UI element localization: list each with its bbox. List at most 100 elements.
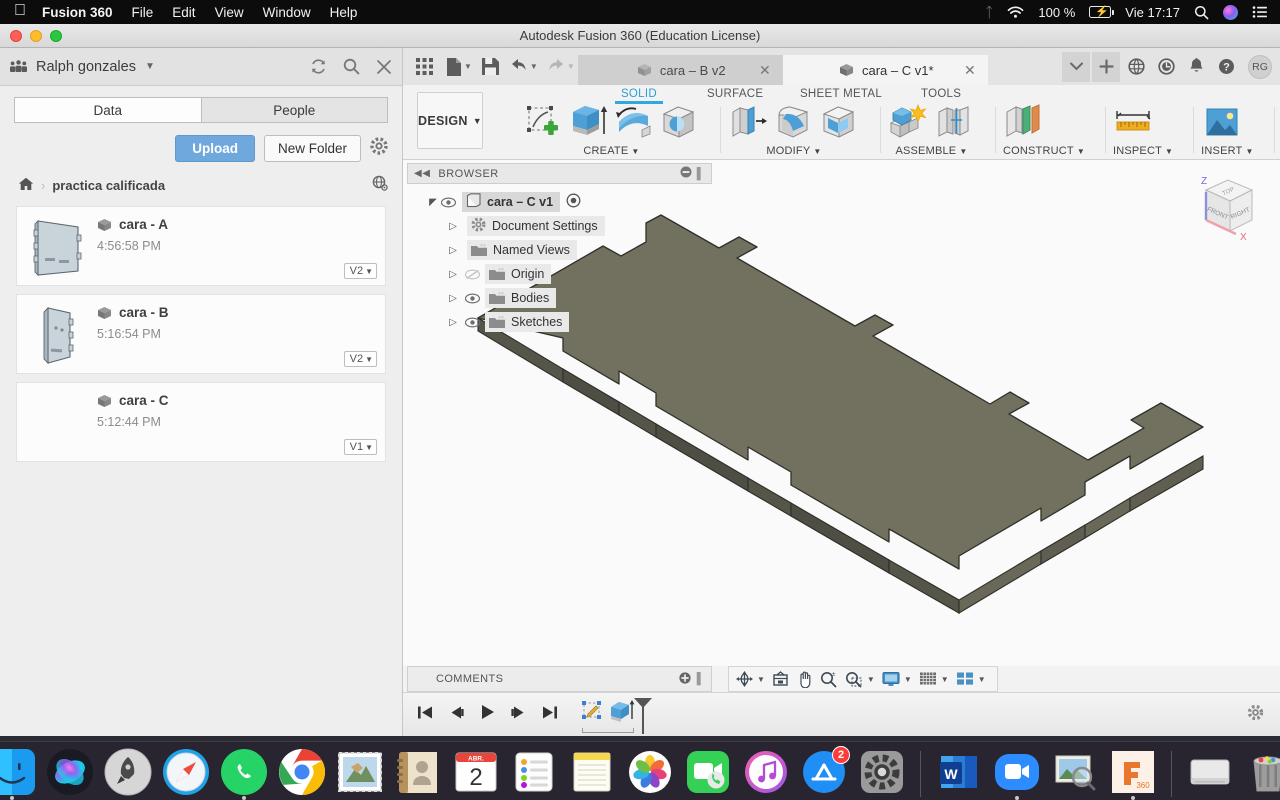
viewports-dropdown-icon[interactable]: ▼: [978, 675, 986, 684]
menu-edit[interactable]: Edit: [172, 5, 195, 20]
fillet-icon[interactable]: [773, 101, 815, 143]
dock-item-zoom[interactable]: [992, 747, 1042, 800]
step-back-icon[interactable]: [448, 705, 465, 725]
refresh-icon[interactable]: [310, 58, 327, 75]
chevron-down-icon[interactable]: [1062, 51, 1090, 82]
tree-node-named-views[interactable]: ▷ Named Views: [407, 238, 712, 262]
undo-icon[interactable]: [506, 52, 533, 82]
create-sketch-icon[interactable]: [523, 101, 565, 143]
new-component-icon[interactable]: [888, 101, 930, 143]
bluetooth-icon[interactable]: ᛏ: [985, 4, 993, 20]
tree-node-root-chip[interactable]: cara – C v1: [462, 192, 561, 212]
dock-item-itunes[interactable]: [741, 747, 791, 797]
tab-people[interactable]: People: [200, 97, 388, 123]
tree-node-chip[interactable]: Origin: [485, 264, 552, 284]
search-icon[interactable]: [343, 58, 360, 75]
dock-item-preview[interactable]: [1050, 747, 1100, 797]
sketch-feature-icon[interactable]: [580, 699, 606, 730]
menu-app-name[interactable]: Fusion 360: [42, 5, 113, 20]
breadcrumb-folder[interactable]: practica calificada: [52, 178, 165, 193]
chevron-down-icon[interactable]: ▼: [145, 61, 155, 72]
play-icon[interactable]: [479, 704, 496, 725]
offset-plane-icon[interactable]: [1003, 101, 1045, 143]
expand-arrow-icon[interactable]: ▷: [445, 221, 461, 232]
orbit-icon[interactable]: [736, 671, 753, 687]
tree-node-root[interactable]: ◤ cara – C v1: [407, 190, 712, 214]
expand-arrow-icon[interactable]: ▷: [445, 317, 461, 328]
insert-image-icon[interactable]: [1201, 101, 1243, 143]
zoom-icon[interactable]: ±: [820, 671, 838, 688]
panel-resize-handle[interactable]: ▌: [697, 168, 705, 180]
minimize-icon[interactable]: [680, 166, 692, 181]
apple-logo-icon[interactable]: : [14, 3, 26, 19]
step-forward-icon[interactable]: [510, 705, 527, 725]
dock-item-disk[interactable]: [1185, 747, 1235, 797]
redo-icon[interactable]: [543, 52, 570, 82]
grid-dropdown-icon[interactable]: ▼: [941, 675, 949, 684]
dock-item-photos[interactable]: [625, 747, 675, 797]
zoom-window-icon[interactable]: [845, 671, 863, 688]
add-comment-icon[interactable]: [679, 671, 691, 687]
timeline-marker-head[interactable]: [634, 698, 652, 708]
new-folder-button[interactable]: New Folder: [263, 135, 361, 162]
dock-item-trash[interactable]: [1243, 747, 1280, 797]
panel-resize-handle[interactable]: ▌: [697, 673, 705, 685]
tree-node-chip[interactable]: Bodies: [485, 288, 557, 308]
help-icon[interactable]: ?: [1212, 52, 1240, 82]
dock-item-word[interactable]: W: [934, 747, 984, 797]
timeline-settings-icon[interactable]: [1247, 704, 1264, 726]
revolve-icon[interactable]: [613, 101, 655, 143]
dock-item-launchpad[interactable]: [103, 747, 153, 797]
list-item[interactable]: cara - B 5:16:54 PM V2 ▼: [16, 294, 386, 374]
dock-item-app-store[interactable]: 2: [799, 746, 850, 797]
battery-icon[interactable]: ⚡: [1089, 6, 1115, 18]
menu-help[interactable]: Help: [330, 5, 358, 20]
dock-item-fusion-360[interactable]: 360: [1108, 747, 1158, 800]
globe-share-icon[interactable]: [372, 175, 388, 196]
extrude-icon[interactable]: [568, 101, 610, 143]
workspace-switcher-design[interactable]: DESIGN ▼: [417, 92, 483, 149]
active-component-icon[interactable]: [566, 193, 581, 211]
close-icon[interactable]: ✕: [759, 62, 771, 79]
skip-to-start-icon[interactable]: [417, 705, 434, 725]
dock-item-mail[interactable]: [335, 747, 385, 797]
zoom-dropdown-icon[interactable]: ▼: [867, 675, 875, 684]
pan-icon[interactable]: [796, 671, 813, 688]
measure-icon[interactable]: [1113, 101, 1155, 143]
expand-arrow-icon[interactable]: ◤: [425, 197, 441, 208]
expand-arrow-icon[interactable]: ▷: [445, 245, 461, 256]
home-icon[interactable]: [18, 177, 34, 195]
undo-dropdown-icon[interactable]: ▼: [530, 62, 538, 71]
grid-apps-icon[interactable]: [411, 52, 438, 82]
save-icon[interactable]: [477, 52, 504, 82]
avatar[interactable]: RG: [1248, 54, 1272, 79]
globe-icon[interactable]: [1122, 52, 1150, 82]
menu-window[interactable]: Window: [263, 5, 311, 20]
dock-item-finder[interactable]: [0, 747, 37, 800]
collapse-left-icon[interactable]: ◀◀: [414, 168, 430, 179]
extrude-feature-icon[interactable]: [608, 699, 636, 730]
display-dropdown-icon[interactable]: ▼: [904, 675, 912, 684]
version-badge[interactable]: V1 ▼: [343, 439, 377, 455]
gear-icon[interactable]: [370, 137, 388, 160]
dock-item-whatsapp[interactable]: [219, 747, 269, 800]
dock-item-calendar[interactable]: ABR. 2: [451, 747, 501, 797]
viewports-icon[interactable]: [956, 671, 974, 687]
new-file-dropdown-icon[interactable]: ▼: [464, 62, 472, 71]
menu-file[interactable]: File: [132, 5, 154, 20]
joint-icon[interactable]: [933, 101, 975, 143]
version-badge[interactable]: V2 ▼: [343, 351, 377, 367]
menu-view[interactable]: View: [215, 5, 244, 20]
tab-data[interactable]: Data: [14, 97, 201, 123]
sphere-icon[interactable]: [658, 101, 700, 143]
dock-item-safari[interactable]: [161, 747, 211, 797]
siri-icon[interactable]: [1223, 4, 1238, 20]
view-cube[interactable]: TOP FRONT RIGHT Z X: [1176, 168, 1262, 254]
version-badge[interactable]: V2 ▼: [343, 263, 377, 279]
menubar-clock[interactable]: Vie 17:17: [1125, 5, 1180, 20]
tree-node-chip[interactable]: Document Settings: [467, 216, 605, 236]
dock-item-system-preferences[interactable]: [857, 747, 907, 797]
dock-item-chrome[interactable]: [277, 747, 327, 797]
dock-item-facetime[interactable]: [683, 747, 733, 797]
orbit-dropdown-icon[interactable]: ▼: [757, 675, 765, 684]
